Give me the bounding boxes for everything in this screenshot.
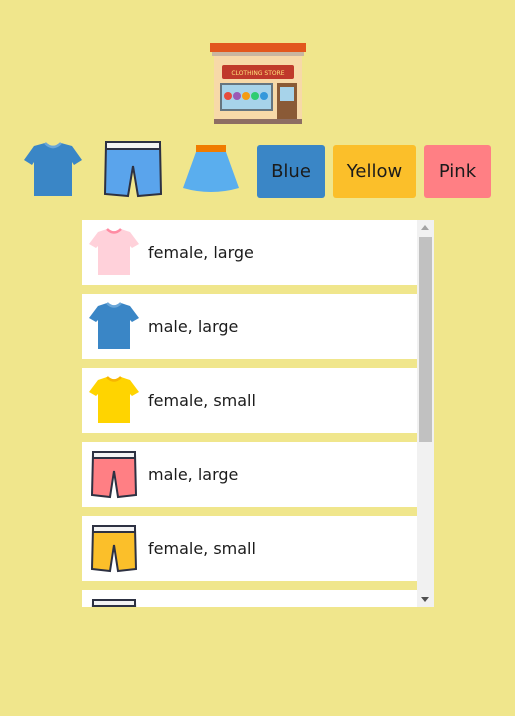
pink-filter-button[interactable]: Pink bbox=[424, 145, 491, 198]
list-item[interactable]: female, small bbox=[82, 368, 417, 433]
item-label: male, large bbox=[148, 317, 239, 336]
yellow-filter-button[interactable]: Yellow bbox=[333, 145, 416, 198]
store-sign-text: CLOTHING STORE bbox=[231, 70, 284, 77]
list-item[interactable]: male, large bbox=[82, 294, 417, 359]
item-label: male, large bbox=[148, 465, 239, 484]
tshirt-icon bbox=[89, 375, 139, 423]
list-item[interactable] bbox=[82, 590, 417, 607]
product-list-content: female, large male, large female, small … bbox=[82, 220, 417, 607]
scroll-down-arrow-icon[interactable] bbox=[421, 597, 429, 602]
list-scrollbar[interactable] bbox=[417, 220, 434, 607]
list-item[interactable]: female, small bbox=[82, 516, 417, 581]
skirt-icon[interactable] bbox=[180, 140, 242, 200]
filter-bar: Blue Yellow Pink bbox=[20, 140, 500, 202]
clothing-store-logo: CLOTHING STORE bbox=[210, 43, 306, 124]
scrollbar-thumb[interactable] bbox=[419, 237, 432, 442]
shorts-icon bbox=[90, 524, 138, 572]
scroll-up-arrow-icon[interactable] bbox=[421, 225, 429, 230]
list-item[interactable]: female, large bbox=[82, 220, 417, 285]
tshirt-icon bbox=[89, 301, 139, 349]
shorts-icon[interactable] bbox=[102, 140, 164, 200]
product-list[interactable]: female, large male, large female, small … bbox=[82, 220, 434, 607]
shorts-icon bbox=[90, 450, 138, 498]
list-item[interactable]: male, large bbox=[82, 442, 417, 507]
blue-filter-button[interactable]: Blue bbox=[257, 145, 325, 198]
shorts-icon bbox=[91, 598, 137, 607]
item-label: female, small bbox=[148, 539, 256, 558]
item-label: female, large bbox=[148, 243, 254, 262]
item-label: female, small bbox=[148, 391, 256, 410]
tshirt-icon[interactable] bbox=[22, 140, 84, 200]
tshirt-icon bbox=[89, 227, 139, 275]
